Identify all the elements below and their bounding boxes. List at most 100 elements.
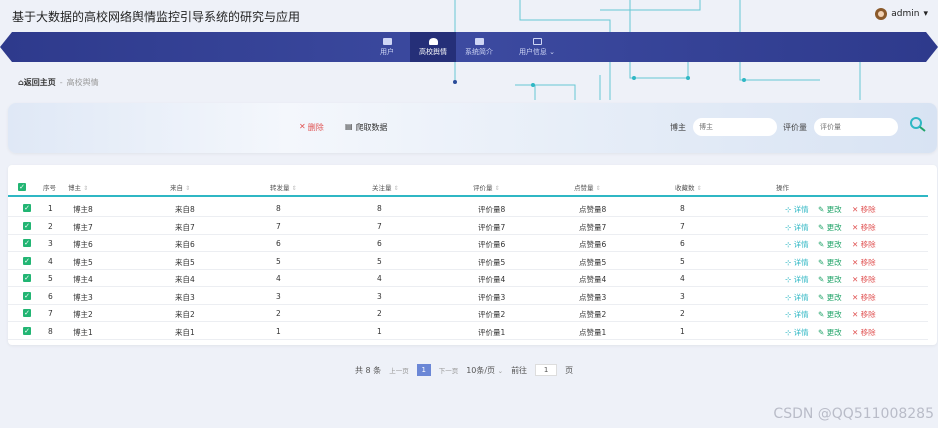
row-checkbox[interactable]: ✓ — [23, 274, 31, 282]
person-icon — [428, 37, 438, 45]
remove-button[interactable]: ✕ 移除 — [852, 309, 876, 320]
sort-icon: ⇕ — [291, 185, 297, 192]
row-checkbox[interactable]: ✓ — [23, 204, 31, 212]
remove-button[interactable]: ✕ 移除 — [852, 292, 876, 303]
nav-item-system-intro[interactable]: 系统简介 — [456, 32, 502, 62]
row-checkbox[interactable]: ✓ — [23, 309, 31, 317]
breadcrumb: ⌂返回主页 - 高校舆情 — [18, 77, 99, 88]
th-from[interactable]: 来自 ⇕ — [170, 182, 190, 192]
blogger-search-input[interactable] — [693, 118, 777, 136]
table-row: ✓ 3 博主6 来自6 6 6 评价量6 点赞量6 6 ⊹ 详情 ✎ 更改 ✕ 移除 — [8, 235, 928, 252]
cell-index: 1 — [48, 204, 53, 213]
prev-page-button[interactable]: 上一页 — [389, 365, 409, 375]
cell-comment: 评价量8 — [478, 205, 506, 214]
delete-button[interactable]: ✕ 删除 — [299, 122, 324, 133]
pagination: 共 8 条 上一页 1 下一页 10条/页 ⌄ 前往 1 页 — [355, 364, 573, 376]
user-menu[interactable]: admin ▾ — [875, 8, 928, 20]
remove-button[interactable]: ✕ 移除 — [852, 239, 876, 250]
search-icon[interactable] — [908, 115, 928, 135]
nav-item-public-opinion[interactable]: 高校舆情 — [410, 32, 456, 62]
detail-button[interactable]: ⊹ 详情 — [785, 257, 809, 268]
cell-blogger: 博主7 — [73, 222, 93, 232]
detail-button[interactable]: ⊹ 详情 — [785, 274, 809, 285]
search-panel: ✕ 删除 ▤ 爬取数据 博主 评价量 — [8, 103, 937, 153]
detail-button[interactable]: ⊹ 详情 — [785, 204, 809, 215]
row-checkbox[interactable]: ✓ — [23, 326, 31, 335]
cell-forward: 1 — [276, 326, 281, 336]
edit-button[interactable]: ✎ 更改 — [818, 309, 842, 320]
th-blogger[interactable]: 博主 ⇕ — [68, 182, 88, 192]
collect-data-button[interactable]: ▤ 爬取数据 — [345, 122, 388, 133]
info-icon — [474, 37, 484, 45]
remove-button[interactable]: ✕ 移除 — [852, 274, 876, 285]
cell-index: 2 — [48, 221, 53, 231]
th-comment[interactable]: 评价量 ⇕ — [473, 182, 500, 192]
cell-fav: 4 — [680, 274, 685, 283]
cell-fav: 1 — [680, 326, 685, 336]
cell-forward: 7 — [276, 221, 281, 231]
th-forward[interactable]: 转发量 ⇕ — [270, 182, 297, 192]
detail-icon: ⊹ — [785, 222, 794, 232]
edit-icon: ✎ — [818, 327, 827, 337]
chevron-down-icon: ⌄ — [497, 366, 504, 375]
cell-fav: 5 — [680, 256, 685, 266]
sort-icon: ⇕ — [185, 185, 191, 192]
sort-icon: ⇕ — [696, 185, 702, 192]
cell-comment: 评价量4 — [478, 275, 506, 284]
edit-button[interactable]: ✎ 更改 — [818, 222, 842, 233]
edit-button[interactable]: ✎ 更改 — [818, 204, 842, 215]
edit-icon: ✎ — [818, 275, 827, 284]
row-checkbox[interactable]: ✓ — [23, 239, 31, 247]
detail-button[interactable]: ⊹ 详情 — [785, 222, 809, 233]
detail-button[interactable]: ⊹ 详情 — [785, 327, 809, 338]
edit-button[interactable]: ✎ 更改 — [818, 239, 842, 250]
cell-like: 点赞量8 — [579, 205, 607, 214]
page-number[interactable]: 1 — [416, 364, 431, 376]
edit-icon: ✎ — [818, 240, 827, 249]
comment-search-input[interactable] — [814, 118, 898, 136]
remove-button[interactable]: ✕ 移除 — [852, 257, 876, 268]
detail-button[interactable]: ⊹ 详情 — [785, 239, 809, 250]
detail-button[interactable]: ⊹ 详情 — [785, 292, 809, 303]
remove-button[interactable]: ✕ 移除 — [852, 222, 876, 233]
table-row: ✓ 5 博主4 来自4 4 4 评价量4 点赞量4 4 ⊹ 详情 ✎ 更改 ✕ 移除 — [8, 270, 928, 287]
next-page-button[interactable]: 下一页 — [439, 365, 459, 375]
breadcrumb-home[interactable]: ⌂返回主页 — [18, 77, 56, 88]
edit-button[interactable]: ✎ 更改 — [818, 274, 842, 285]
page-size-select[interactable]: 10条/页 ⌄ — [466, 365, 503, 376]
nav-item-user-info[interactable]: 用户信息 ⌄ — [502, 32, 572, 62]
edit-button[interactable]: ✎ 更改 — [818, 327, 842, 338]
th-fav[interactable]: 收藏数 ⇕ — [675, 182, 702, 192]
document-icon: ▤ — [345, 122, 353, 131]
nav-item-users[interactable]: 用户 — [364, 32, 410, 62]
cell-index: 3 — [48, 239, 53, 248]
cell-like: 点赞量4 — [579, 275, 607, 284]
detail-icon: ⊹ — [785, 310, 794, 319]
th-follow[interactable]: 关注量 ⇕ — [372, 182, 399, 192]
cell-from: 来自8 — [175, 205, 195, 214]
cell-from: 来自5 — [175, 257, 195, 267]
select-all-checkbox[interactable]: ✓ — [18, 183, 26, 191]
cell-follow: 8 — [377, 204, 382, 213]
cell-fav: 7 — [680, 221, 685, 231]
cell-fav: 8 — [680, 204, 685, 213]
cell-from: 来自3 — [175, 292, 195, 302]
row-checkbox[interactable]: ✓ — [23, 221, 31, 230]
remove-button[interactable]: ✕ 移除 — [852, 327, 876, 338]
total-count: 共 8 条 — [355, 365, 382, 375]
goto-page-input[interactable]: 1 — [535, 364, 558, 376]
remove-button[interactable]: ✕ 移除 — [852, 204, 876, 215]
row-checkbox[interactable]: ✓ — [23, 256, 31, 265]
cell-forward: 2 — [276, 309, 281, 318]
detail-icon: ⊹ — [785, 327, 794, 337]
cell-from: 来自7 — [175, 222, 195, 232]
cell-follow: 4 — [377, 274, 382, 283]
detail-button[interactable]: ⊹ 详情 — [785, 309, 809, 320]
detail-icon: ⊹ — [785, 275, 794, 284]
edit-button[interactable]: ✎ 更改 — [818, 292, 842, 303]
th-like[interactable]: 点赞量 ⇕ — [574, 182, 601, 192]
edit-button[interactable]: ✎ 更改 — [818, 257, 842, 268]
cell-from: 来自1 — [175, 327, 195, 337]
row-checkbox[interactable]: ✓ — [23, 291, 31, 300]
del-icon: ✕ — [852, 240, 861, 249]
